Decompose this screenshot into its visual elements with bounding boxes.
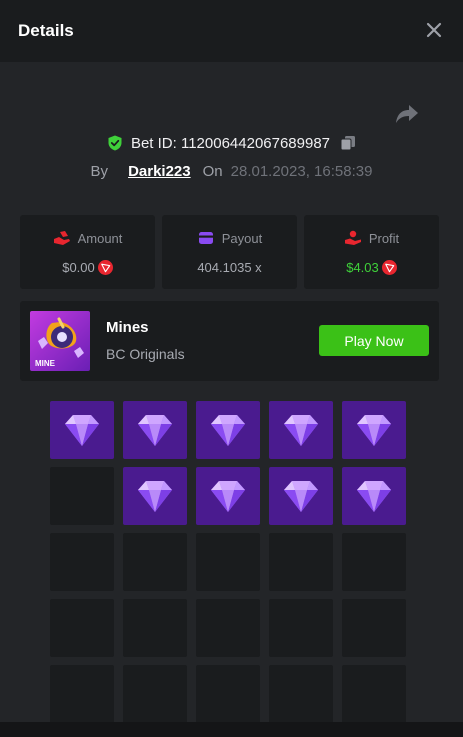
board-cell-gem	[196, 467, 260, 525]
board-cell-gem	[342, 401, 406, 459]
board-cell-gem	[123, 467, 187, 525]
board-cell-gem	[50, 401, 114, 459]
bet-id-row: Bet ID: 112006442067689987	[0, 132, 463, 154]
payout-value: 404.1035 x	[197, 260, 262, 275]
diamond-icon	[211, 415, 245, 446]
mines-board	[50, 401, 407, 737]
board-cell-empty	[196, 599, 260, 657]
game-provider: BC Originals	[106, 346, 185, 362]
board-cell-gem	[196, 401, 260, 459]
trx-icon	[381, 260, 397, 275]
game-name: Mines	[106, 319, 149, 336]
board-cell-empty	[123, 599, 187, 657]
trx-icon	[97, 260, 113, 275]
coins-hand-icon	[53, 231, 70, 245]
bet-date: 28.01.2023, 16:58:39	[230, 162, 373, 180]
wallet-icon	[198, 232, 213, 244]
profit-label: Profit	[368, 230, 400, 246]
board-cell-empty	[123, 533, 187, 591]
amount-label: Amount	[77, 230, 123, 246]
board-cell-gem	[269, 401, 333, 459]
details-header: Details	[0, 0, 463, 62]
bottom-bar	[0, 722, 463, 737]
board-cell-empty	[50, 467, 114, 525]
profit-value: $4.03	[346, 260, 379, 275]
diamond-icon	[284, 415, 318, 446]
game-thumbnail[interactable]: MINE	[30, 311, 90, 371]
board-cell-empty	[342, 599, 406, 657]
board-cell-empty	[50, 533, 114, 591]
share-icon[interactable]	[395, 103, 419, 125]
game-card: MINE Mines BC Originals Play Now	[20, 301, 439, 381]
profit-card: Profit $4.03	[304, 215, 439, 289]
payout-card: Payout 404.1035 x	[162, 215, 297, 289]
payout-label: Payout	[221, 230, 263, 246]
board-cell-empty	[50, 665, 114, 723]
board-cell-empty	[196, 665, 260, 723]
diamond-icon	[138, 481, 172, 512]
board-cell-empty	[269, 665, 333, 723]
bet-stats: Amount $0.00 Payout 404.1035 x Profit $4…	[20, 215, 439, 289]
bet-byline: By Darki223 On 28.01.2023, 16:58:39	[0, 160, 463, 182]
amount-value: $0.00	[62, 260, 95, 275]
bet-id: Bet ID: 112006442067689987	[130, 134, 331, 152]
by-label: By	[90, 162, 109, 180]
board-cell-empty	[342, 665, 406, 723]
on-label: On	[202, 162, 223, 180]
board-cell-empty	[342, 533, 406, 591]
board-cell-empty	[123, 665, 187, 723]
close-icon[interactable]	[424, 20, 444, 40]
board-cell-empty	[269, 533, 333, 591]
board-cell-gem	[123, 401, 187, 459]
play-now-button[interactable]: Play Now	[319, 325, 429, 356]
diamond-icon	[284, 481, 318, 512]
diamond-icon	[138, 415, 172, 446]
diamond-icon	[357, 415, 391, 446]
shield-check-icon	[108, 135, 122, 151]
board-cell-empty	[269, 599, 333, 657]
board-cell-gem	[342, 467, 406, 525]
copy-icon[interactable]	[340, 135, 356, 151]
diamond-icon	[211, 481, 245, 512]
username-link[interactable]: Darki223	[128, 163, 191, 180]
amount-card: Amount $0.00	[20, 215, 155, 289]
thumb-text: MINE	[35, 359, 56, 368]
mines-logo-icon: MINE	[30, 311, 90, 371]
board-cell-gem	[269, 467, 333, 525]
board-cell-empty	[196, 533, 260, 591]
diamond-icon	[65, 415, 99, 446]
board-cell-empty	[50, 599, 114, 657]
page-title: Details	[18, 21, 74, 40]
profit-icon	[344, 230, 361, 245]
diamond-icon	[357, 481, 391, 512]
